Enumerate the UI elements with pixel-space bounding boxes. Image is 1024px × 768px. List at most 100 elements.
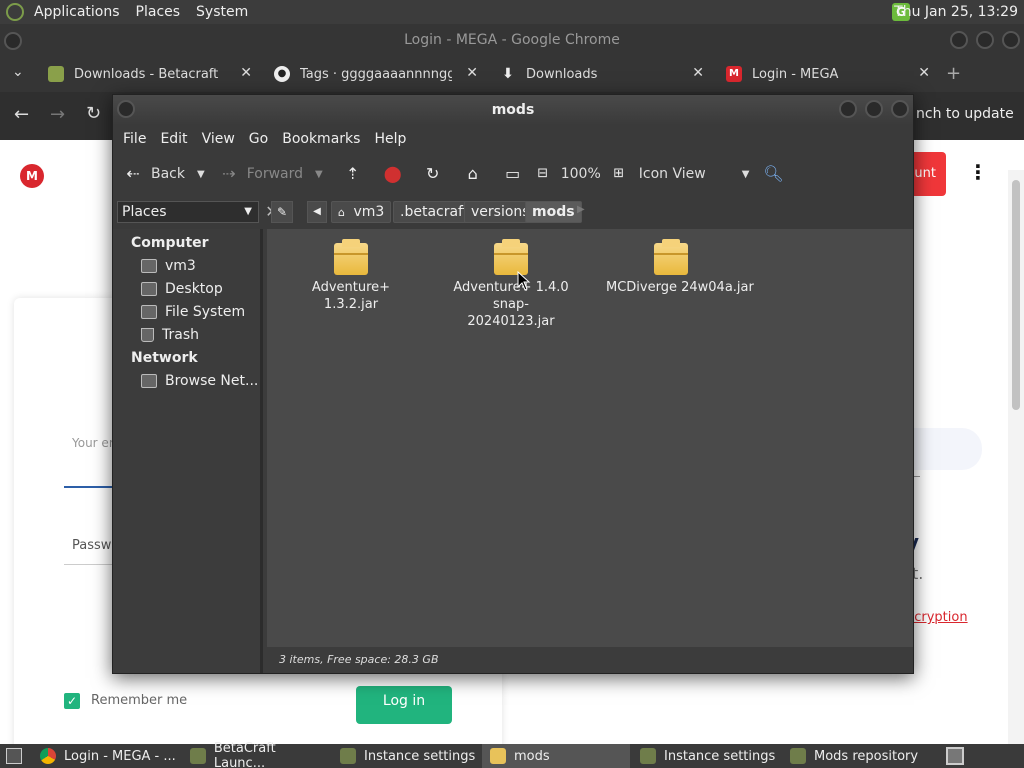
- chrome-minimize-button[interactable]: [950, 31, 968, 49]
- location-edit-icon[interactable]: ✎: [271, 201, 293, 223]
- system-menu[interactable]: System: [196, 4, 248, 20]
- tab-close-icon[interactable]: ✕: [466, 65, 478, 81]
- chrome-close-button[interactable]: [1002, 31, 1020, 49]
- mega-logo-icon[interactable]: M: [20, 164, 44, 188]
- zoom-out-icon[interactable]: ⊟: [533, 164, 553, 184]
- zoom-in-icon[interactable]: ⊞: [609, 164, 629, 184]
- sidebar-item-trash[interactable]: Trash: [141, 327, 199, 343]
- menu-edit[interactable]: Edit: [160, 131, 187, 147]
- breadcrumb-right-arrow-icon[interactable]: ▶: [577, 204, 585, 215]
- up-arrow-icon[interactable]: ⇡: [343, 164, 363, 184]
- tab-label: Tags · ggggaaaannnngggg/: [300, 66, 452, 82]
- file-name: Adventure+ 1.4.0 snap-20240123.jar: [453, 280, 569, 329]
- network-icon: [141, 374, 157, 388]
- computer-icon[interactable]: ▭: [503, 164, 523, 184]
- back-button[interactable]: ⇠ Back ▼: [123, 164, 205, 184]
- reload-icon[interactable]: ↻: [423, 164, 443, 184]
- sidebar-item-desktop[interactable]: Desktop: [141, 281, 223, 297]
- forward-arrow-icon[interactable]: →: [50, 104, 65, 125]
- chrome-window-menu-button[interactable]: [4, 32, 22, 50]
- fm-toolbar: ⇠ Back ▼ ⇢ Forward ▼ ⇡ ⬤ ↻ ⌂ ▭ ⊟ 100% ⊞ …: [113, 153, 913, 195]
- new-tab-button[interactable]: +: [946, 63, 961, 84]
- search-icon[interactable]: 🔍︎: [763, 164, 783, 184]
- view-mode-label: Icon View: [638, 166, 706, 182]
- chevron-down-icon: ▼: [244, 206, 252, 217]
- fm-close-button[interactable]: [891, 100, 909, 118]
- sidebar-item-vm3[interactable]: vm3: [141, 258, 196, 274]
- breadcrumb-left-arrow-icon[interactable]: ◀: [307, 201, 327, 223]
- tab-label: Downloads: [526, 66, 598, 82]
- menu-bookmarks[interactable]: Bookmarks: [282, 131, 360, 147]
- download-icon: ⬇: [502, 66, 514, 82]
- places-menu[interactable]: Places: [136, 4, 181, 20]
- view-mode-select[interactable]: Icon View ▼: [639, 166, 750, 182]
- forward-label: Forward: [246, 166, 304, 182]
- places-label: Places: [122, 204, 167, 220]
- tab-login-mega[interactable]: M Login - MEGA ✕: [714, 56, 938, 92]
- taskbar-item-mods-repository[interactable]: Mods repository: [782, 744, 930, 768]
- password-field-placeholder[interactable]: Passw: [72, 538, 111, 553]
- breadcrumb-betacraft[interactable]: .betacraft: [393, 201, 476, 223]
- tab-downloads[interactable]: ⬇ Downloads ✕: [488, 56, 712, 92]
- relaunch-to-update-button[interactable]: nch to update: [916, 106, 1014, 122]
- tab-close-icon[interactable]: ✕: [240, 65, 252, 81]
- fm-minimize-button[interactable]: [839, 100, 857, 118]
- tab-list-chevron-icon[interactable]: ⌄: [12, 64, 24, 80]
- back-arrow-icon[interactable]: ←: [14, 104, 29, 125]
- tab-downloads-betacraft[interactable]: Downloads - Betacraft ✕: [36, 56, 260, 92]
- password-field-underline: [64, 564, 114, 565]
- mega-icon: M: [726, 66, 742, 82]
- sidebar-type-select[interactable]: Places ▼: [117, 201, 259, 223]
- tab-close-icon[interactable]: ✕: [918, 65, 930, 81]
- zoom-level: 100%: [560, 166, 601, 182]
- forward-button[interactable]: ⇢ Forward ▼: [219, 164, 323, 184]
- file-name: Adventure+ 1.3.2.jar: [311, 280, 391, 312]
- show-desktop-icon[interactable]: [6, 748, 22, 764]
- stop-icon[interactable]: ⬤: [383, 164, 403, 184]
- menu-go[interactable]: Go: [249, 131, 268, 147]
- encryption-link[interactable]: ncryption: [906, 610, 968, 625]
- trash-icon: [141, 328, 154, 342]
- chrome-maximize-button[interactable]: [976, 31, 994, 49]
- breadcrumb-mods[interactable]: mods: [525, 201, 582, 223]
- applications-menu[interactable]: Applications: [34, 4, 120, 20]
- menu-help[interactable]: Help: [374, 131, 406, 147]
- forward-dropdown-icon[interactable]: ▼: [315, 169, 323, 180]
- taskbar-item-mods[interactable]: mods: [482, 744, 630, 768]
- taskbar-item-instance-settings[interactable]: Instance settings: [332, 744, 480, 768]
- remember-me-checkbox[interactable]: ✓: [64, 693, 80, 709]
- back-dropdown-icon[interactable]: ▼: [197, 169, 205, 180]
- fm-window-menu-button[interactable]: [117, 100, 135, 118]
- email-field-underline: [64, 486, 114, 488]
- reload-icon[interactable]: ↻: [86, 103, 101, 124]
- chrome-title-bar: Login - MEGA - Google Chrome: [0, 24, 1024, 56]
- mint-menu-icon[interactable]: [6, 3, 24, 21]
- file-item[interactable]: MCDiverge 24w04a.jar: [606, 239, 754, 296]
- mouse-cursor-icon: [517, 271, 531, 291]
- folder-icon: [490, 748, 506, 764]
- sidebar-item-browse-network[interactable]: Browse Net...: [141, 373, 258, 389]
- tab-strip: ⌄ Downloads - Betacraft ✕ ● Tags · gggga…: [0, 56, 1024, 92]
- sidebar-item-filesystem[interactable]: File System: [141, 304, 245, 320]
- file-item[interactable]: Adventure+ 1.3.2.jar: [286, 239, 416, 313]
- file-item[interactable]: Adventure+ 1.4.0 snap-20240123.jar: [446, 239, 576, 330]
- more-options-icon[interactable]: ⋮: [968, 160, 988, 184]
- fm-maximize-button[interactable]: [865, 100, 883, 118]
- login-button[interactable]: Log in: [356, 686, 452, 724]
- home-icon[interactable]: ⌂: [463, 164, 483, 184]
- taskbar-item-chrome[interactable]: Login - MEGA - ...: [32, 744, 180, 768]
- menu-view[interactable]: View: [202, 131, 235, 147]
- page-scrollbar-thumb[interactable]: [1012, 180, 1020, 410]
- sidebar-header-computer: Computer: [131, 235, 209, 251]
- clock[interactable]: Thu Jan 25, 13:29: [894, 4, 1018, 20]
- workspace-switcher-icon[interactable]: [946, 747, 964, 765]
- betacraft-icon: [340, 748, 356, 764]
- taskbar-item-betacraft-launcher[interactable]: BetaCraft Launc...: [182, 741, 330, 768]
- tab-close-icon[interactable]: ✕: [692, 65, 704, 81]
- menu-file[interactable]: File: [123, 131, 146, 147]
- breadcrumb-vm3[interactable]: ⌂ vm3: [331, 201, 392, 223]
- taskbar-item-instance-settings-2[interactable]: Instance settings: [632, 744, 780, 768]
- betacraft-icon: [640, 748, 656, 764]
- github-icon: ●: [274, 66, 290, 82]
- tab-github-tags[interactable]: ● Tags · ggggaaaannnngggg/ ✕: [262, 56, 486, 92]
